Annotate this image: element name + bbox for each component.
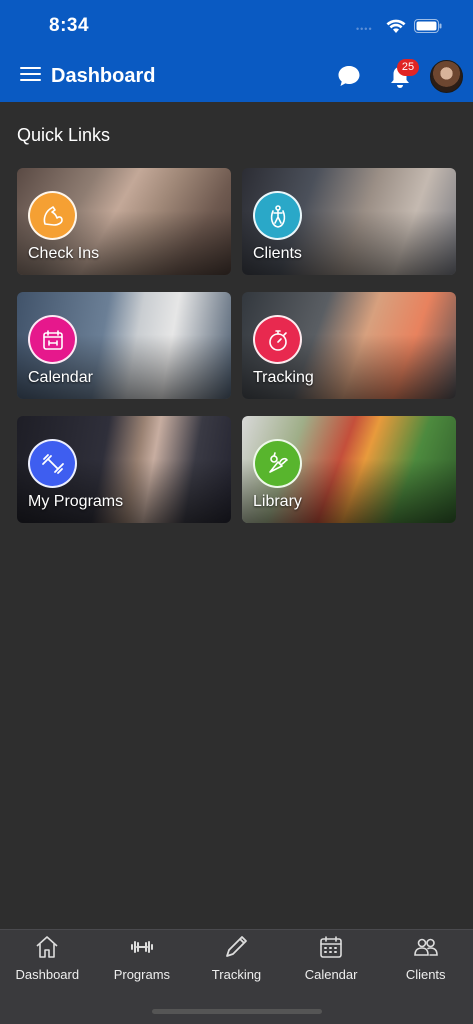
tile-label: Library xyxy=(253,493,302,510)
dumbbell-icon xyxy=(130,941,153,953)
quick-link-tracking[interactable]: Tracking xyxy=(242,292,456,399)
notification-badge: 25 xyxy=(397,59,419,76)
tile-label: Calendar xyxy=(28,369,93,386)
tile-label: Tracking xyxy=(253,369,314,386)
tile-label: Check Ins xyxy=(28,245,100,262)
avatar[interactable] xyxy=(430,60,463,93)
tile-label: My Programs xyxy=(28,493,124,510)
home-indicator xyxy=(152,1009,322,1014)
people-icon xyxy=(413,938,438,956)
menu-icon[interactable] xyxy=(20,67,41,85)
chat-icon[interactable] xyxy=(337,64,361,88)
tab-calendar[interactable]: Calendar xyxy=(284,930,379,994)
signal-icon: •••• xyxy=(356,24,373,34)
tab-clients[interactable]: Clients xyxy=(378,930,473,994)
flexed-arm-icon xyxy=(28,191,77,240)
quick-link-library[interactable]: Library xyxy=(242,416,456,523)
app-header: 8:34 •••• Dashboard 25 xyxy=(0,0,473,102)
vegetables-icon xyxy=(253,439,302,488)
tab-label: Programs xyxy=(113,967,171,982)
quick-link-my-programs[interactable]: My Programs xyxy=(17,416,231,523)
quick-link-calendar[interactable]: Calendar xyxy=(17,292,231,399)
quick-link-check-ins[interactable]: Check Ins xyxy=(17,168,231,275)
dumbbell-icon xyxy=(28,439,77,488)
status-time: 8:34 xyxy=(49,15,90,36)
tab-programs[interactable]: Programs xyxy=(95,930,190,994)
wifi-icon xyxy=(386,19,406,33)
calendar-icon xyxy=(320,936,342,958)
page-title: Dashboard xyxy=(51,65,156,87)
battery-icon xyxy=(414,19,442,33)
tile-label: Clients xyxy=(253,245,302,262)
jump-rope-icon xyxy=(253,191,302,240)
home-icon xyxy=(36,936,58,958)
quick-link-clients[interactable]: Clients xyxy=(242,168,456,275)
tab-dashboard[interactable]: Dashboard xyxy=(0,930,95,994)
tab-tracking[interactable]: Tracking xyxy=(189,930,284,994)
stopwatch-icon xyxy=(253,315,302,364)
tab-label: Tracking xyxy=(211,967,262,982)
section-title: Quick Links xyxy=(17,125,111,145)
pencil-icon xyxy=(226,936,248,957)
calendar-icon xyxy=(28,315,77,364)
tab-label: Dashboard xyxy=(15,967,80,982)
tab-label: Calendar xyxy=(304,967,358,982)
tab-label: Clients xyxy=(405,967,446,982)
